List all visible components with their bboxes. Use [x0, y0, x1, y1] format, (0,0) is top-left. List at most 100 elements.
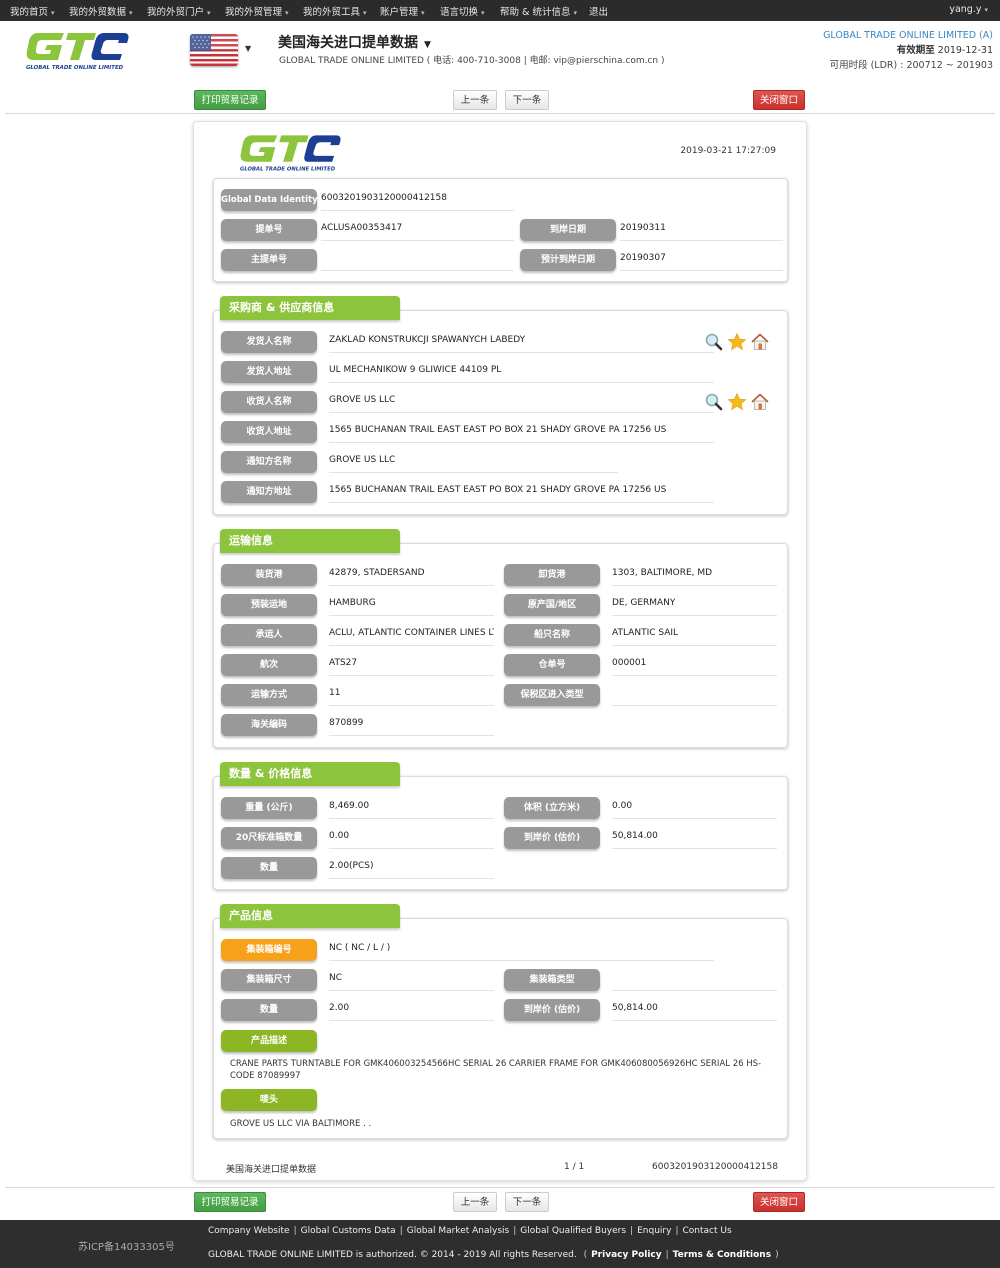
nav-my-trade-management[interactable]: 我的外贸管理 ▾: [225, 4, 289, 18]
account-info: GLOBAL TRADE ONLINE LIMITED (A) 有效期至 201…: [823, 28, 993, 73]
nav-label: 我的外贸工具: [303, 7, 361, 18]
label-carrier: 承运人: [221, 624, 317, 646]
home-icon[interactable]: [750, 392, 770, 412]
prev-record-button[interactable]: 上一条: [453, 1192, 497, 1212]
paren-open: (: [583, 1250, 588, 1260]
terms-conditions-link[interactable]: Terms & Conditions: [673, 1250, 771, 1260]
nav-help-stats[interactable]: 帮助 & 统计信息 ▾: [500, 4, 577, 18]
label-quantity: 数量: [221, 857, 317, 879]
value-marks: GROVE US LLC VIA BALTIMORE . .: [230, 1119, 372, 1129]
transport-card: 装货港 42879, STADERSAND 卸货港 1303, BALTIMOR…: [213, 543, 788, 748]
caret-down-icon[interactable]: ▼: [245, 44, 251, 53]
print-record-button[interactable]: 打印贸易记录: [194, 90, 266, 110]
value-consignee-name: GROVE US LLC: [329, 391, 714, 413]
nav-label: 我的首页: [10, 7, 49, 18]
star-icon[interactable]: [727, 392, 747, 412]
expiry-line: 有效期至 2019-12-31: [823, 43, 993, 58]
next-record-button[interactable]: 下一条: [505, 1192, 549, 1212]
copyright: GLOBAL TRADE ONLINE LIMITED is authorize…: [208, 1250, 783, 1260]
value-port-of-loading: 42879, STADERSAND: [329, 564, 494, 586]
record-id: 6003201903120000412158: [652, 1162, 778, 1172]
label-container-no: 集装箱编号: [221, 939, 317, 961]
product-card: 集装箱编号 NC ( NC / L / ) 集装箱尺寸 NC 集装箱类型 数量 …: [213, 918, 788, 1139]
footer-link-global-customs-data[interactable]: Global Customs Data: [301, 1226, 396, 1236]
next-record-button[interactable]: 下一条: [505, 90, 549, 110]
caret-down-icon: ▼: [424, 40, 431, 50]
nav-label: 退出: [589, 7, 609, 18]
caret-down-icon: ▾: [51, 9, 55, 17]
value-container-type: [612, 969, 777, 991]
close-window-button[interactable]: 关闭窗口: [753, 1192, 805, 1212]
label-product-cif-value: 到岸价 (估价): [504, 999, 600, 1021]
label-bill-no: 提单号: [221, 219, 317, 241]
star-icon[interactable]: [727, 332, 747, 352]
nav-language[interactable]: 语言切换 ▾: [440, 4, 485, 18]
divider: [5, 1187, 995, 1188]
search-icon[interactable]: [704, 332, 724, 352]
home-icon[interactable]: [750, 332, 770, 352]
ldr-range: 200712 ~ 201903: [906, 60, 993, 71]
nav-logout[interactable]: 退出: [589, 4, 608, 18]
caret-down-icon: ▾: [363, 9, 367, 17]
label-weight: 重量 (公斤): [221, 797, 317, 819]
value-manifest-no: 000001: [612, 654, 777, 676]
gtc-logo[interactable]: GLOBAL TRADE ONLINE LIMITED: [24, 29, 130, 71]
value-product-cif-value: 50,814.00: [612, 999, 777, 1021]
nav-home[interactable]: 我的首页 ▾: [10, 4, 55, 18]
label-bonded-entry-type: 保税区进入类型: [504, 684, 600, 706]
nav-my-trade-data[interactable]: 我的外贸数据 ▾: [69, 4, 133, 18]
page-title[interactable]: 美国海关进口提单数据 ▼: [278, 32, 431, 52]
value-shipper-name: ZAKLAD KONSTRUKCJI SPAWANYCH LABEDY: [329, 331, 714, 353]
label-shipper-address: 发货人地址: [221, 361, 317, 383]
nav-label: 账户管理: [380, 7, 419, 18]
footer-link-company-website[interactable]: Company Website: [208, 1226, 290, 1236]
label-place-of-receipt: 预装运地: [221, 594, 317, 616]
record-timestamp: 2019-03-21 17:27:09: [680, 146, 776, 156]
user-menu[interactable]: yang.y ▾: [949, 4, 988, 15]
us-flag-icon[interactable]: [190, 34, 238, 66]
separator: |: [630, 1226, 634, 1236]
label-teu: 20尺标准箱数量: [221, 827, 317, 849]
nav-my-trade-tools[interactable]: 我的外贸工具 ▾: [303, 4, 367, 18]
search-icon[interactable]: [704, 392, 724, 412]
label-product-description: 产品描述: [221, 1030, 317, 1052]
caret-down-icon: ▾: [481, 9, 485, 17]
section-tab-quantity-price: 数量 & 价格信息: [220, 762, 400, 786]
caret-down-icon: ▾: [285, 9, 289, 17]
print-record-button[interactable]: 打印贸易记录: [194, 1192, 266, 1212]
value-notify-name: GROVE US LLC: [329, 451, 618, 473]
basic-info-card: Global Data Identity 6003201903120000412…: [213, 178, 788, 282]
value-cif-value: 50,814.00: [612, 827, 777, 849]
close-window-button[interactable]: 关闭窗口: [753, 90, 805, 110]
caret-down-icon: ▾: [421, 9, 425, 17]
separator: |: [399, 1226, 403, 1236]
nav-my-trade-portal[interactable]: 我的外贸门户 ▾: [147, 4, 211, 18]
expiry-label: 有效期至: [896, 45, 935, 56]
logo-text: GLOBAL TRADE ONLINE LIMITED: [240, 167, 336, 173]
section-tab-product: 产品信息: [220, 904, 400, 928]
footer-link-enquiry[interactable]: Enquiry: [637, 1226, 671, 1236]
footer-link-contact-us[interactable]: Contact Us: [682, 1226, 731, 1236]
label-vessel-name: 船只名称: [504, 624, 600, 646]
value-consignee-address: 1565 BUCHANAN TRAIL EAST EAST PO BOX 21 …: [329, 421, 714, 443]
label-consignee-address: 收货人地址: [221, 421, 317, 443]
privacy-policy-link[interactable]: Privacy Policy: [591, 1250, 662, 1260]
footer-link-global-qualified-buyers[interactable]: Global Qualified Buyers: [520, 1226, 626, 1236]
label-marks: 唛头: [221, 1089, 317, 1111]
label-port-of-discharge: 卸货港: [504, 564, 600, 586]
prev-record-button[interactable]: 上一条: [453, 90, 497, 110]
copyright-text: GLOBAL TRADE ONLINE LIMITED is authorize…: [208, 1250, 577, 1260]
label-arrival-date: 到岸日期: [520, 219, 616, 241]
label-volume: 体积 (立方米): [504, 797, 600, 819]
caret-down-icon: ▾: [129, 9, 133, 17]
nav-account[interactable]: 账户管理 ▾: [380, 4, 425, 18]
site-footer: 苏ICP备14033305号 Company Website | Global Cu…: [0, 1220, 1000, 1268]
separator: |: [665, 1250, 669, 1260]
bill-of-lading-document: GLOBAL TRADE ONLINE LIMITED 2019-03-21 1…: [193, 121, 807, 1181]
footer-link-global-market-analysis[interactable]: Global Market Analysis: [407, 1226, 509, 1236]
label-master-bill-no: 主提单号: [221, 249, 317, 271]
page-title-text: 美国海关进口提单数据: [278, 35, 418, 51]
bottom-action-bar: 打印贸易记录 上一条 下一条 关闭窗口: [0, 1189, 1000, 1217]
value-notify-address: 1565 BUCHANAN TRAIL EAST EAST PO BOX 21 …: [329, 481, 714, 503]
value-shipper-address: UL MECHANIKOW 9 GLIWICE 44109 PL: [329, 361, 714, 383]
